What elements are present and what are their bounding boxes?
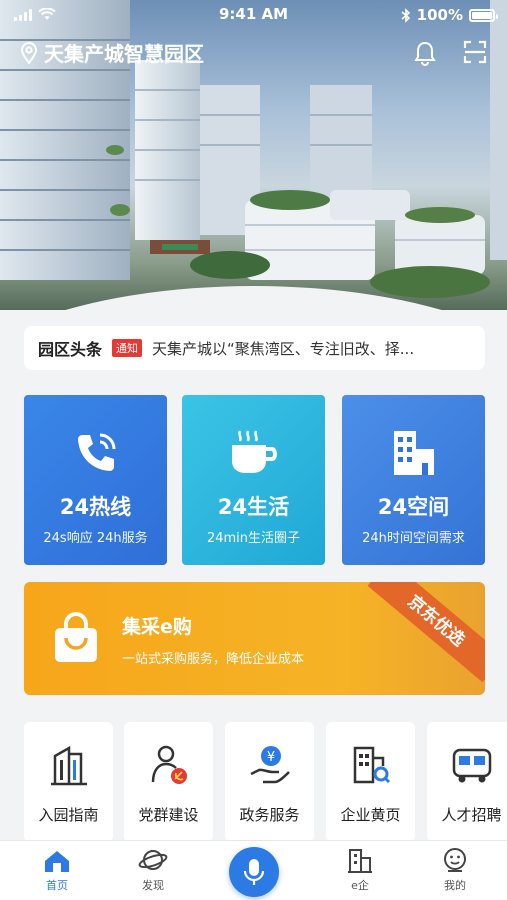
service-talent-recruitment[interactable]: 人才招聘 — [427, 722, 507, 842]
scan-icon[interactable] — [463, 40, 487, 64]
bluetooth-icon — [401, 7, 410, 23]
status-bar: 9:41 AM 100% — [0, 0, 507, 30]
voice-button[interactable] — [229, 847, 279, 897]
hero-banner: 9:41 AM 100% 天集产城智慧园区 — [0, 0, 507, 310]
location-pin-icon — [20, 41, 38, 64]
enterprise-directory-icon — [353, 746, 390, 784]
headline-title: 园区头条 — [38, 340, 103, 359]
microphone-icon — [243, 859, 265, 885]
tab-label: 首页 — [46, 879, 68, 892]
banner-subtitle: 一站式采购服务，降低企业成本 — [122, 652, 305, 667]
card-title: 24热线 — [59, 495, 132, 519]
battery-percent: 100% — [416, 6, 463, 24]
service-label: 政务服务 — [239, 806, 300, 824]
tab-discover[interactable]: 发现 — [123, 847, 183, 893]
tab-profile[interactable]: 我的 — [425, 847, 485, 893]
service-label: 企业黄页 — [340, 806, 401, 824]
card-title: 24生活 — [217, 495, 290, 519]
tab-label: e企 — [351, 879, 369, 892]
profile-icon — [444, 848, 466, 872]
card-title: 24空间 — [377, 495, 450, 519]
service-government[interactable]: ¥ 政务服务 — [225, 722, 314, 842]
coffee-cup-icon — [231, 430, 277, 473]
government-service-icon: ¥ — [249, 746, 290, 784]
party-member-icon — [151, 745, 187, 784]
location-selector[interactable]: 天集产城智慧园区 — [20, 38, 204, 67]
tab-home[interactable]: 首页 — [27, 847, 87, 893]
tab-label: 发现 — [142, 879, 164, 892]
bottom-tab-bar: 首页 发现 e企 我的 — [0, 840, 507, 900]
card-subtitle: 24h时间空间需求 — [362, 531, 465, 546]
svg-text:¥: ¥ — [266, 750, 274, 765]
service-park-guide[interactable]: 入园指南 — [24, 722, 113, 842]
service-enterprise-directory[interactable]: 企业黄页 — [326, 722, 415, 842]
notice-tag: 通知 — [112, 339, 143, 357]
service-label: 入园指南 — [38, 806, 99, 824]
park-headline-bar[interactable]: 园区头条 通知 天集产城以“聚焦湾区、专注旧改、择... — [24, 326, 485, 370]
office-building-icon — [50, 745, 87, 786]
service-label: 党群建设 — [138, 806, 199, 824]
card-24-space[interactable]: 24空间 24h时间空间需求 — [342, 395, 485, 565]
enterprise-icon — [348, 849, 372, 873]
building-icon — [393, 431, 434, 475]
card-subtitle: 24s响应 24h服务 — [43, 531, 148, 546]
top-bar: 天集产城智慧园区 — [20, 38, 487, 70]
group-purchase-banner[interactable]: 集采e购 一站式采购服务，降低企业成本 京东优选 — [24, 582, 485, 695]
phone-icon — [77, 433, 115, 471]
service-label: 人才招聘 — [441, 806, 502, 824]
service-party-building[interactable]: 党群建设 — [124, 722, 213, 842]
bus-icon — [452, 748, 491, 783]
bell-icon[interactable] — [413, 40, 437, 66]
battery-icon — [469, 8, 498, 22]
card-24-life[interactable]: 24生活 24min生活圈子 — [182, 395, 325, 565]
card-subtitle: 24min生活圈子 — [206, 531, 301, 546]
shopping-bag-icon — [55, 612, 97, 662]
park-name: 天集产城智慧园区 — [44, 42, 204, 66]
jd-ribbon: 京东优选 — [367, 582, 485, 683]
planet-icon — [138, 850, 168, 870]
tab-label: 我的 — [444, 879, 466, 892]
headline-text[interactable]: 天集产城以“聚焦湾区、专注旧改、择... — [152, 338, 452, 359]
tab-enterprise[interactable]: e企 — [330, 847, 390, 893]
banner-title: 集采e购 — [122, 616, 192, 638]
service-shortcuts: 入园指南 党群建设 ¥ 政务服务 企业黄页 人才招聘 — [24, 722, 507, 842]
card-24-hotline[interactable]: 24热线 24s响应 24h服务 — [24, 395, 167, 565]
home-icon — [45, 851, 69, 872]
